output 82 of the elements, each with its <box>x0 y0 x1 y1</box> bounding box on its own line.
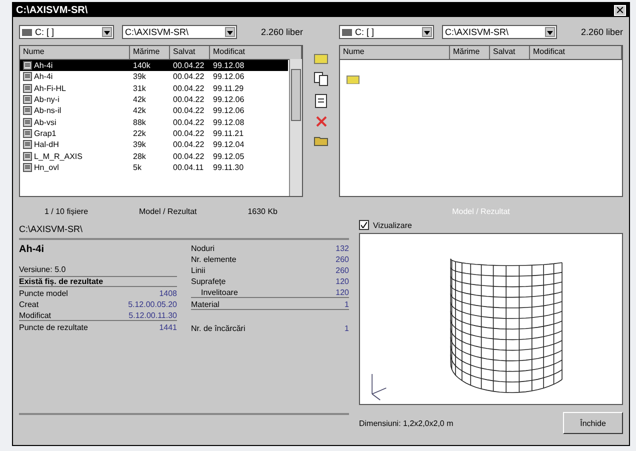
info-value: 1408 <box>159 289 177 298</box>
window-title: C:\AXISVM-SR\ <box>16 4 88 16</box>
info-label: Puncte de rezultate <box>19 323 88 332</box>
document-icon[interactable] <box>315 94 327 108</box>
info-label: Invelitoare <box>200 288 238 297</box>
info-value: 260 <box>336 266 349 275</box>
folder-icon[interactable] <box>314 53 328 64</box>
column-header[interactable]: Salvat <box>170 46 210 59</box>
file-row[interactable]: Ab-ny-i 42k 00.04.22 99.12.06 <box>20 94 288 106</box>
column-header[interactable]: Salvat <box>490 46 530 59</box>
delete-icon[interactable] <box>316 116 326 127</box>
file-row[interactable]: Ah-4i 39k 00.04.22 99.12.06 <box>20 71 288 83</box>
dimensions-text: Dimensiuni: 1,2x2,0x2,0 m <box>359 418 454 428</box>
file-row[interactable]: Ah-Fi-HL 31k 00.04.22 99.11.29 <box>20 82 288 94</box>
file-row[interactable]: Hal-dH 39k 00.04.22 99.12.04 <box>20 139 288 150</box>
file-icon <box>23 162 32 172</box>
file-icon <box>23 106 32 116</box>
dropdown-arrow-icon[interactable] <box>424 31 430 35</box>
info-value: 1441 <box>159 323 177 332</box>
info-label: Nr. de încărcări <box>191 324 246 333</box>
file-icon <box>23 140 32 150</box>
file-icon <box>23 84 32 93</box>
file-icon <box>23 118 32 127</box>
folder-icon[interactable] <box>346 74 360 84</box>
info-label: Puncte model <box>19 289 68 298</box>
column-header[interactable]: Mărime <box>130 46 170 59</box>
drive-select[interactable]: C: [ ] <box>19 25 114 39</box>
model-name: Ah-4i <box>19 244 45 255</box>
info-value: 1 <box>344 300 349 309</box>
file-row[interactable]: Ab-ns-il 42k 00.04.22 99.12.06 <box>20 105 288 116</box>
info-value: 5.12.00.05.20 <box>128 300 177 309</box>
status-text: 1630 Kb <box>248 207 278 216</box>
column-header[interactable]: Nume <box>20 46 130 59</box>
model-path: C:\AXISVM-SR\ <box>19 220 349 240</box>
drive-icon <box>22 28 32 36</box>
info-value: 260 <box>336 255 349 264</box>
info-value: 120 <box>336 277 349 286</box>
file-row[interactable]: Grap1 22k 00.04.22 99.11.21 <box>20 128 288 140</box>
file-row[interactable]: Hn_ovl 5k 00.04.11 99.11.30 <box>20 162 288 173</box>
drive-icon <box>342 28 352 36</box>
free-space: 2.260 liber <box>260 27 303 37</box>
info-label: Nr. elemente <box>191 255 236 264</box>
checkbox-label: Vizualizare <box>373 220 412 230</box>
column-header[interactable]: Nume <box>340 46 450 59</box>
file-row[interactable]: Ah-4i 140k 00.04.22 99.12.08 <box>20 60 288 72</box>
info-label: Linii <box>191 266 206 275</box>
preview-checkbox[interactable] <box>359 220 369 230</box>
file-row[interactable]: Ab-vsi 88k 00.04.22 99.12.08 <box>20 116 288 128</box>
info-value: 1 <box>344 324 349 333</box>
folder-select[interactable]: C:\AXISVM-SR\ <box>442 25 557 39</box>
file-icon <box>23 152 32 161</box>
close-button[interactable] <box>614 4 626 16</box>
column-header[interactable]: Modificat <box>530 46 622 59</box>
file-icon <box>23 95 32 104</box>
dropdown-arrow-icon[interactable] <box>547 31 553 35</box>
info-label: Noduri <box>191 244 215 253</box>
version-text: Versiune: 5.0 <box>19 265 67 274</box>
column-header[interactable]: Mărime <box>450 46 490 59</box>
status-text: Model / Rezultat <box>138 207 197 216</box>
free-space: 2.260 liber <box>580 27 623 37</box>
info-label: Material <box>191 300 220 309</box>
open-folder-icon[interactable] <box>314 135 328 146</box>
axes-icon <box>372 374 387 400</box>
file-row[interactable]: L_M_R_AXIS 28k 00.04.22 99.12.05 <box>20 150 288 162</box>
status-text: 1 / 10 fișiere <box>44 207 88 216</box>
dropdown-arrow-icon[interactable] <box>104 31 110 35</box>
drive-select[interactable]: C: [ ] <box>339 25 434 39</box>
info-value: 132 <box>336 244 349 253</box>
close-icon <box>617 7 623 13</box>
info-value: 5.12.00.11.30 <box>128 311 177 320</box>
info-label: Modificat <box>19 311 52 320</box>
info-value: 120 <box>336 288 349 297</box>
dropdown-arrow-icon[interactable] <box>227 31 233 35</box>
folder-select[interactable]: C:\AXISVM-SR\ <box>122 25 237 39</box>
results-note: Există fiș. de rezultate <box>19 276 177 287</box>
info-label: Suprafețe <box>191 277 226 286</box>
copy-icon[interactable] <box>314 72 328 86</box>
scrollbar[interactable] <box>289 59 302 196</box>
info-label: Creat <box>19 300 39 309</box>
close-dialog-button[interactable]: Închide <box>563 412 623 434</box>
file-icon <box>23 72 32 82</box>
file-icon <box>23 128 32 138</box>
